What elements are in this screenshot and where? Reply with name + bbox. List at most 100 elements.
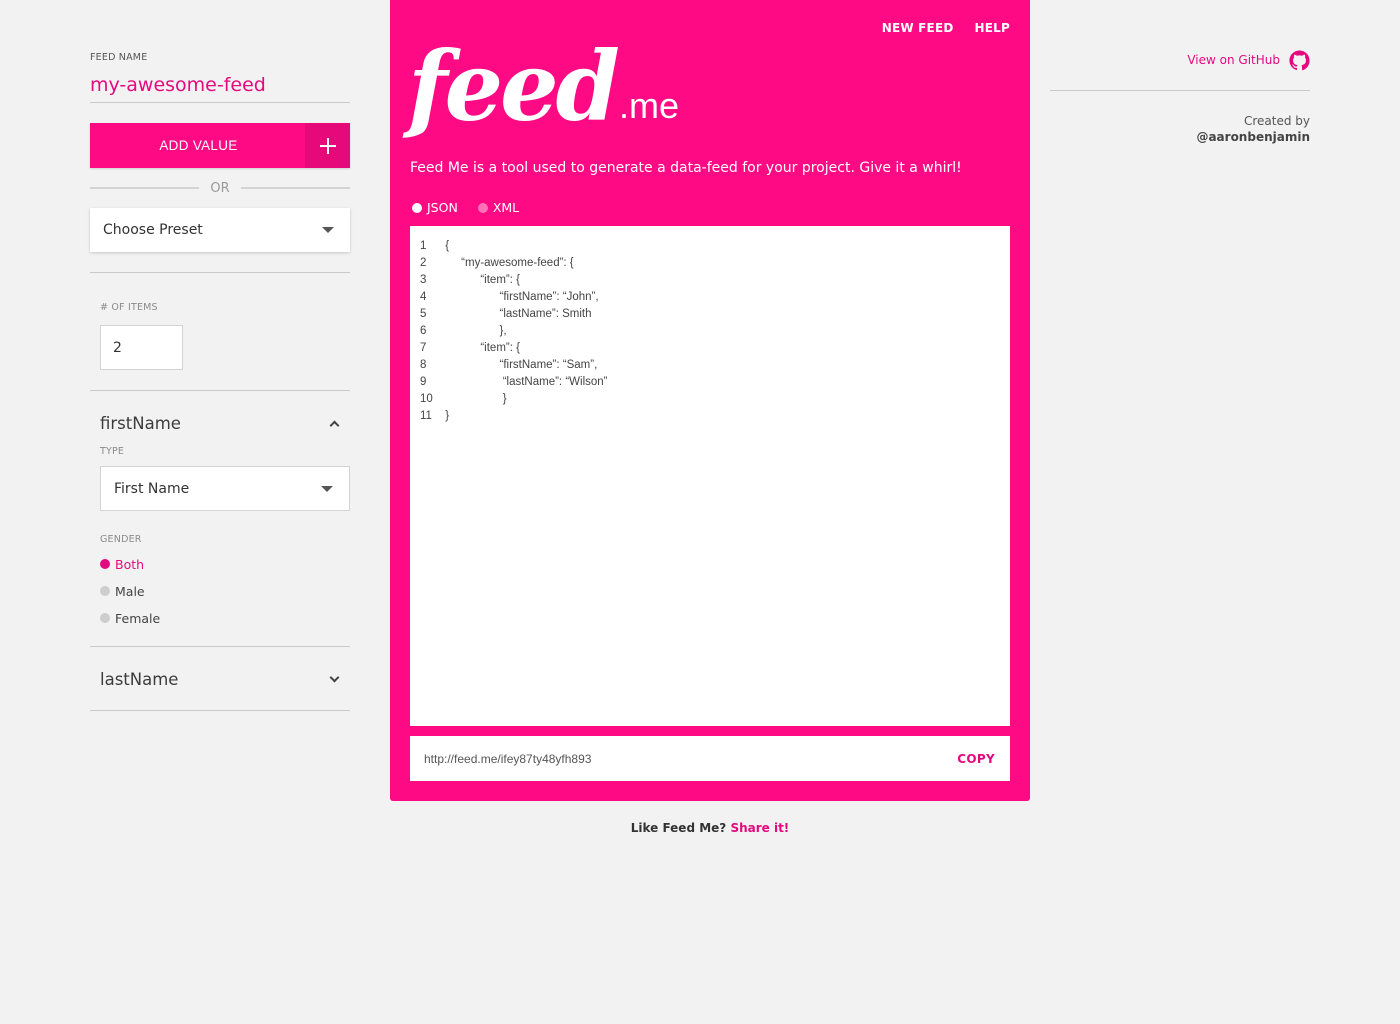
line-text: “item”: { — [442, 342, 520, 354]
code-line: 3 “item”: { — [420, 272, 1010, 289]
line-number: 3 — [420, 274, 427, 286]
field-title: lastName — [100, 669, 179, 689]
radio-unselected-icon — [100, 586, 110, 596]
logo-suffix: .me — [618, 85, 679, 126]
created-by: Created by — [1243, 114, 1310, 128]
right-column: View on GitHub Created by @aaronbenjamin — [1050, 49, 1310, 144]
field-title: firstName — [100, 413, 181, 433]
gender-radio-female[interactable]: Female — [100, 610, 350, 626]
line-number: 2 — [420, 257, 427, 269]
or-text: OR — [210, 180, 230, 196]
page: FEED NAME ADD VALUE OR Choose Preset # O… — [0, 0, 1400, 1024]
github-row: View on GitHub — [1050, 49, 1310, 71]
line-number: 8 — [420, 359, 427, 371]
gender-option-label: Both — [115, 556, 145, 572]
add-value-label: ADD VALUE — [159, 138, 238, 153]
code-line: 7 “item”: { — [420, 340, 1010, 357]
code-line: 6 }, — [420, 323, 1010, 340]
code-line: 4 “firstName”: “John”, — [420, 289, 1010, 306]
logo: feed.me — [408, 29, 679, 143]
share-footer: Like Feed Me? Share it! — [390, 821, 1030, 835]
main-panel: NEW FEED HELP feed.me Feed Me is a tool … — [390, 0, 1030, 801]
preset-select[interactable]: Choose Preset — [90, 208, 350, 252]
section-divider — [90, 710, 350, 711]
right-divider — [1050, 90, 1310, 91]
format-label: JSON — [427, 200, 458, 215]
logo-word: feed — [408, 29, 620, 143]
gender-option-label: Male — [115, 583, 145, 599]
feed-name-label: FEED NAME — [90, 52, 148, 63]
field-section-firstname: firstName TYPE First Name GENDER Both Ma… — [90, 391, 350, 646]
add-value-button[interactable]: ADD VALUE — [90, 123, 350, 168]
line-text: }, — [442, 325, 507, 337]
tagline: Feed Me is a tool used to generate a dat… — [410, 160, 962, 176]
gender-radio-male[interactable]: Male — [100, 583, 350, 599]
line-text: } — [442, 393, 507, 405]
format-radio-json[interactable]: JSON — [412, 200, 458, 215]
caret-down-icon — [322, 227, 334, 233]
radio-unselected-icon — [477, 202, 488, 213]
line-number: 11 — [420, 410, 432, 422]
line-text: { — [442, 240, 450, 252]
divider-line — [90, 187, 200, 189]
code-line: 10 } — [420, 391, 1010, 408]
radio-selected-icon — [412, 202, 422, 213]
new-feed-link[interactable]: NEW FEED — [882, 21, 954, 35]
type-label: TYPE — [100, 446, 125, 457]
chevron-down-icon[interactable] — [329, 672, 340, 682]
feed-url[interactable]: http://feed.me/ifey87ty48yfh893 — [424, 752, 591, 766]
sidebar: FEED NAME ADD VALUE OR Choose Preset # O… — [90, 50, 351, 711]
type-select-value: First Name — [114, 480, 190, 497]
line-number: 5 — [420, 308, 427, 320]
code-output[interactable]: 1 { 2 “my-awesome-feed”: { 3 “item”: { 4… — [410, 226, 1010, 726]
code-line: 2 “my-awesome-feed”: { — [420, 255, 1010, 272]
chevron-up-icon[interactable] — [329, 420, 340, 431]
feed-name-input[interactable] — [90, 63, 350, 103]
field-header[interactable]: firstName — [100, 412, 350, 434]
line-text: “item”: { — [442, 274, 520, 286]
line-number: 9 — [420, 376, 427, 388]
code-line: 5 “lastName”: Smith — [420, 306, 1010, 323]
items-label: # OF ITEMS — [100, 302, 158, 313]
author-link[interactable]: @aaronbenjamin — [1050, 130, 1310, 144]
line-number: 1 — [420, 240, 427, 252]
line-number: 6 — [420, 325, 427, 337]
gender-label: GENDER — [100, 534, 142, 545]
line-number: 10 — [420, 393, 433, 405]
line-text: “lastName”: “Wilson” — [442, 376, 608, 388]
share-link[interactable]: Share it! — [730, 821, 789, 835]
format-selector: JSON XML — [412, 200, 519, 215]
format-label: XML — [492, 200, 520, 215]
help-link[interactable]: HELP — [975, 21, 1010, 35]
github-link[interactable]: View on GitHub — [1187, 53, 1280, 67]
line-text: “firstName”: “John”, — [442, 291, 599, 303]
type-select[interactable]: First Name — [100, 466, 350, 511]
or-divider: OR — [90, 180, 351, 196]
github-icon[interactable] — [1289, 49, 1310, 71]
code-line: 8 “firstName”: “Sam”, — [420, 357, 1010, 374]
top-nav: NEW FEED HELP — [882, 21, 1010, 35]
field-section-lastname: lastName — [90, 647, 350, 710]
share-prefix: Like Feed Me? — [630, 821, 727, 835]
line-text: “firstName”: “Sam”, — [442, 359, 598, 371]
items-section: # OF ITEMS — [90, 273, 350, 390]
format-radio-xml[interactable]: XML — [477, 200, 520, 215]
copy-button[interactable]: COPY — [957, 752, 995, 766]
line-number: 7 — [420, 342, 427, 354]
field-header[interactable]: lastName — [100, 668, 350, 690]
items-count-input[interactable] — [100, 325, 183, 370]
line-text: “my-awesome-feed”: { — [442, 257, 574, 269]
preset-select-value: Choose Preset — [103, 222, 203, 238]
code-line: 11 } — [420, 408, 1010, 425]
feed-url-bar: http://feed.me/ifey87ty48yfh893 COPY — [410, 736, 1010, 781]
radio-selected-icon — [100, 559, 110, 569]
caret-down-icon — [321, 486, 333, 492]
gender-option-label: Female — [115, 610, 161, 626]
gender-radio-both[interactable]: Both — [100, 556, 350, 572]
line-text: “lastName”: Smith — [442, 308, 592, 320]
code-line: 1 { — [420, 238, 1010, 255]
plus-icon — [305, 123, 350, 168]
line-text: } — [442, 410, 450, 422]
line-number: 4 — [420, 291, 427, 303]
divider-line — [240, 187, 351, 189]
